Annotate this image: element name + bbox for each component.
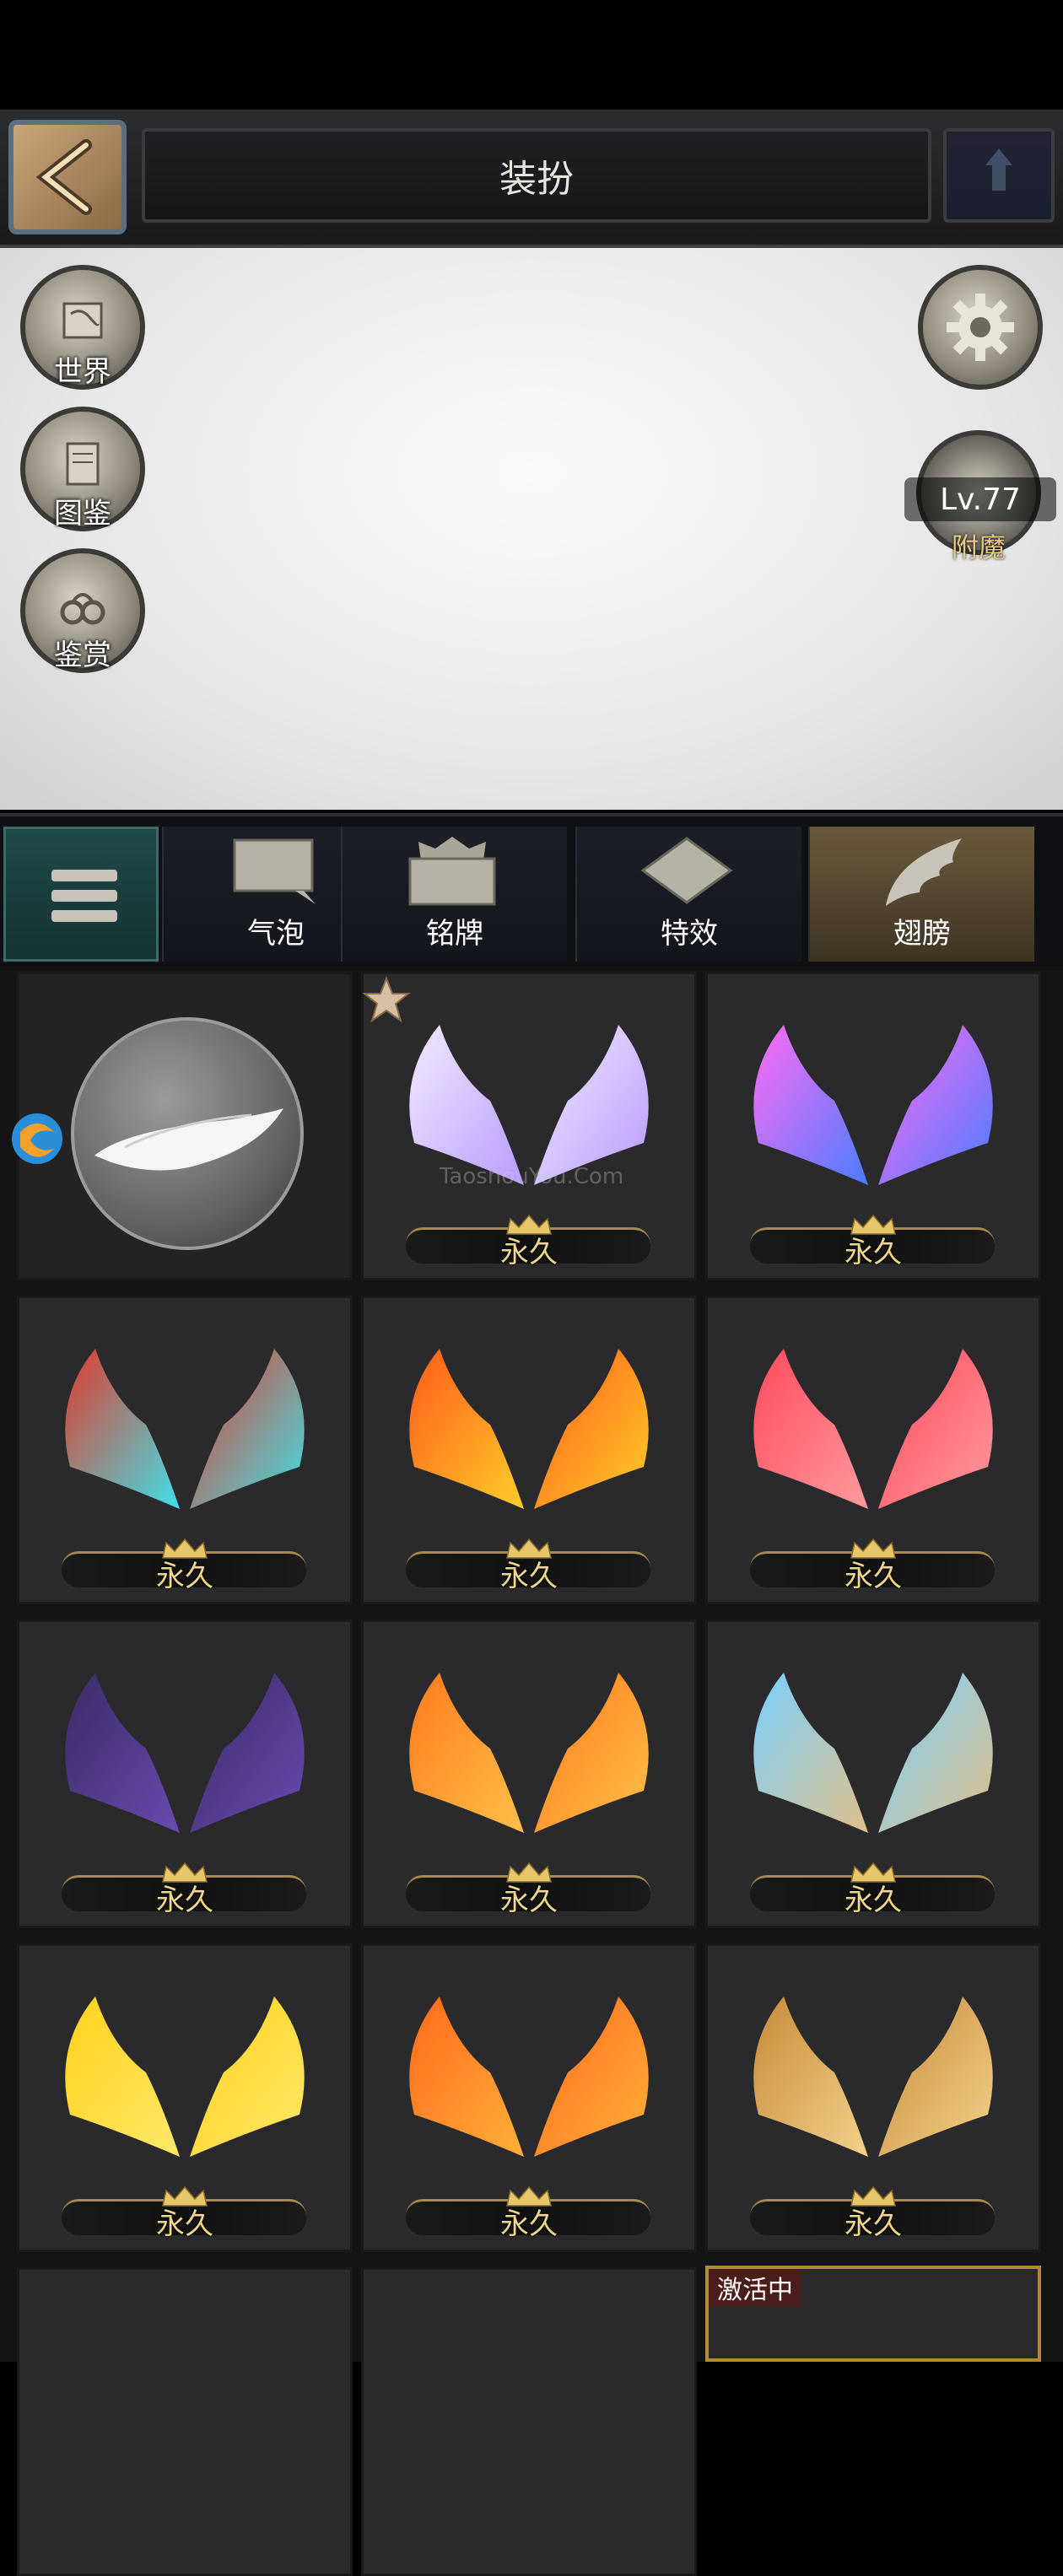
nameplate-icon (408, 837, 496, 906)
favorite-star-icon[interactable] (361, 975, 412, 1026)
logo-icon (12, 1113, 62, 1164)
appraise-label: 鉴赏 (54, 639, 111, 672)
duration-label: 永久 (844, 1560, 902, 1593)
menu-icon-line (51, 910, 117, 922)
tab-nameplate-label: 铭牌 (426, 917, 483, 951)
wing-item-cell[interactable]: 永久 (17, 1296, 353, 1604)
duration-label: 永久 (500, 1883, 558, 1917)
back-button[interactable] (8, 120, 127, 234)
wing-item-cell[interactable]: 永久 (361, 1296, 697, 1604)
wing-item-cell[interactable]: 永久 (361, 1619, 697, 1928)
back-arrow-icon (35, 139, 92, 215)
enchant-label: 附魔 (951, 531, 1006, 563)
wing-image (409, 1673, 649, 1833)
page-title: 装扮 (499, 158, 574, 201)
wing-image (65, 1349, 305, 1509)
header: 装扮 (0, 110, 1063, 248)
selected-wing-preview[interactable] (71, 1017, 304, 1250)
wing-image (65, 1673, 305, 1833)
wing-image (753, 1025, 993, 1185)
tab-effects-label: 特效 (661, 917, 718, 951)
speech-bubble-icon (233, 838, 316, 904)
wing-image (65, 1997, 305, 2157)
tab-wings-label: 翅膀 (893, 917, 951, 951)
character-preview (0, 248, 1063, 810)
status-bar (0, 0, 1063, 110)
wing-item-cell[interactable]: 永久 (705, 1943, 1041, 2252)
category-tabbar: 气泡 铭牌 特效 翅膀 (0, 813, 1063, 970)
wing-item-cell[interactable]: 永久 (705, 1296, 1041, 1604)
wing-icon (886, 838, 962, 906)
wing-item-cell[interactable]: 永久 (705, 972, 1041, 1280)
wing-image (409, 1997, 649, 2157)
wing-image (753, 1997, 993, 2157)
gear-icon (947, 294, 1014, 361)
duration-label: 永久 (500, 1236, 558, 1269)
wing-image (409, 1349, 649, 1509)
active-wing-cell[interactable]: 激活中 (705, 2266, 1041, 2362)
level-text: Lv.77 (904, 477, 1056, 521)
menu-button[interactable] (3, 827, 159, 962)
emblem-icon (943, 128, 1055, 223)
menu-icon (51, 870, 117, 881)
world-button[interactable]: 世界 (20, 265, 145, 390)
tab-effects[interactable]: 特效 (575, 827, 801, 962)
level-badge[interactable]: Lv.77 附魔 (904, 430, 1056, 563)
world-label: 世界 (54, 355, 111, 389)
watermark: TaoshouYou.Com (439, 1164, 624, 1189)
active-tag: 激活中 (709, 2269, 801, 2306)
white-wing-icon (94, 1108, 283, 1171)
duration-label: 永久 (156, 2207, 213, 2241)
handcuff-icon (60, 593, 105, 625)
tab-wings[interactable]: 翅膀 (808, 827, 1034, 962)
duration-label: 永久 (844, 1236, 902, 1269)
scroll-icon (66, 442, 100, 486)
map-scroll-icon (62, 302, 103, 339)
codex-label: 图鉴 (54, 497, 111, 531)
title-bar: 装扮 (142, 128, 931, 223)
wing-item-cell[interactable] (17, 2267, 353, 2576)
wing-item-cell[interactable]: 永久 (361, 1943, 697, 2252)
appraise-button[interactable]: 鉴赏 (20, 548, 145, 673)
tab-nameplate[interactable]: 铭牌 (341, 827, 567, 962)
duration-label: 永久 (844, 1883, 902, 1917)
duration-label: 永久 (156, 1560, 213, 1593)
wing-item-cell[interactable] (361, 2267, 697, 2576)
settings-button[interactable] (918, 265, 1043, 390)
wing-item-cell[interactable]: 永久 (705, 1619, 1041, 1928)
wing-item-cell[interactable]: 永久 (17, 1619, 353, 1928)
wing-item-cell[interactable]: 永久 (17, 1943, 353, 2252)
duration-label: 永久 (844, 2207, 902, 2241)
duration-label: 永久 (156, 1883, 213, 1917)
diamond-icon (640, 837, 733, 904)
wing-image (753, 1349, 993, 1509)
codex-button[interactable]: 图鉴 (20, 407, 145, 531)
wing-image (753, 1673, 993, 1833)
duration-label: 永久 (500, 1560, 558, 1593)
duration-label: 永久 (500, 2207, 558, 2241)
menu-icon-line (51, 890, 117, 902)
